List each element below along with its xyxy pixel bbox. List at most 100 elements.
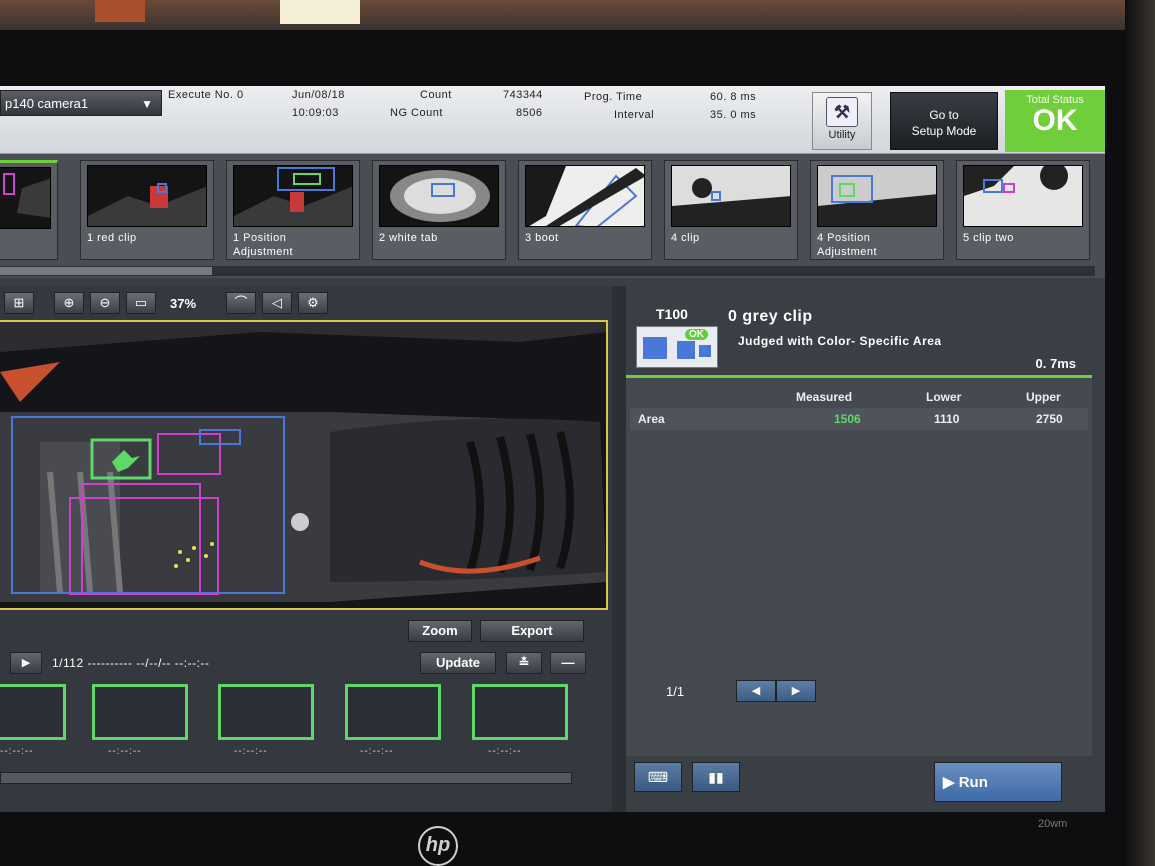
status-header: p140 camera1 ▼ Execute No. 0 Jun/08/18 1… [0, 86, 1105, 154]
history-frame[interactable] [92, 684, 188, 740]
tool-thumbnail[interactable]: 5 clip two [956, 160, 1090, 260]
tool-thumbnail-label: 4 clip [671, 232, 700, 244]
frame-counter: 1/112 ---------- --/--/-- --:--:-- [52, 656, 210, 670]
column-header: Lower [926, 390, 962, 404]
interval-value: 35. 0 ms [710, 109, 757, 121]
row-name: Area [638, 412, 665, 426]
zoom-in-icon[interactable]: ⊕ [54, 292, 84, 314]
history-frame[interactable] [472, 684, 568, 740]
keyboard-icon[interactable]: ⌨ [634, 762, 682, 792]
camera-select[interactable]: p140 camera1 ▼ [0, 90, 162, 116]
ceiling-light [280, 0, 360, 24]
next-page-icon[interactable]: ▶ [776, 680, 816, 702]
total-status-indicator: Total Status OK [1005, 90, 1105, 152]
tool-thumbnail[interactable]: 2 white tab [372, 160, 506, 260]
background-shelf [1125, 0, 1155, 866]
history-frame-label: --:--:-- [360, 746, 394, 757]
zoom-out-icon[interactable]: ⊖ [90, 292, 120, 314]
tool-thumbnail-label: 4 Position Adjustment [817, 232, 878, 258]
back-icon[interactable]: ◁ [262, 292, 292, 314]
tool-thumbnail-label: 1 Position Adjustment [233, 232, 294, 258]
play-icon[interactable]: ▶ [10, 652, 42, 674]
run-label: Run [958, 774, 988, 791]
background-object [95, 0, 145, 22]
thumbnail-image [379, 165, 499, 227]
run-icon: ▶ [943, 774, 959, 791]
scrollbar-thumb[interactable] [0, 267, 212, 275]
history-frame-label: --:--:-- [488, 746, 522, 757]
thumbnail-image [671, 165, 791, 227]
inspection-tool-strip: onent 1 red clip 1 PositionAdjustment 2 … [0, 154, 1105, 278]
setup-mode-line2: Setup Mode [911, 124, 977, 138]
utility-button[interactable]: ⚒ Utility [812, 92, 872, 150]
history-frame[interactable] [218, 684, 314, 740]
history-frame[interactable] [0, 684, 66, 740]
tool-thumbnail[interactable]: 3 boot [518, 160, 652, 260]
measurement-table: Measured Lower Upper Area 1506 1110 2750 [630, 386, 1088, 430]
thumbnail-image [87, 165, 207, 227]
result-header: T100 OK 0 grey clip Judged with Color- S… [626, 292, 1092, 378]
tool-thumbnail[interactable]: 1 red clip [80, 160, 214, 260]
fit-to-screen-icon[interactable]: ▭ [126, 292, 156, 314]
thumbnail-scrollbar[interactable] [0, 266, 1095, 276]
history-frame-label: --:--:-- [108, 746, 142, 757]
ng-count-value: 8506 [516, 107, 543, 119]
setup-mode-button[interactable]: Go to Setup Mode [890, 92, 998, 150]
tool-thumbnail-label: 2 white tab [379, 232, 438, 244]
column-header: Measured [796, 390, 853, 404]
prog-time-value: 60. 8 ms [710, 91, 757, 103]
tool-name: 0 grey clip [728, 308, 813, 325]
hp-logo: hp [418, 826, 458, 866]
zoom-button[interactable]: Zoom [408, 620, 472, 642]
thumbnail-image [0, 167, 51, 229]
run-button[interactable]: ▶ Run [934, 762, 1062, 802]
statistics-icon[interactable]: ▮▮ [692, 762, 740, 792]
frame-navigation: ▶ 1/112 ---------- --/--/-- --:--:-- Upd… [0, 650, 600, 676]
history-frames: --:--:-- --:--:-- --:--:-- --:--:-- --:-… [0, 680, 590, 772]
camera-image-viewer[interactable] [0, 320, 608, 610]
count-value: 743344 [503, 89, 543, 101]
execute-number: Execute No. 0 [168, 89, 244, 101]
prev-page-icon[interactable]: ◀ [736, 680, 776, 702]
chevron-down-icon: ▼ [141, 97, 153, 111]
color-area-tool-icon: OK [636, 326, 718, 368]
table-row[interactable]: Area 1506 1110 2750 [630, 408, 1088, 430]
thumbnail-image [817, 165, 937, 227]
vision-sensor-screen: p140 camera1 ▼ Execute No. 0 Jun/08/18 1… [0, 86, 1105, 812]
date-value: Jun/08/18 [292, 89, 345, 101]
history-frame[interactable] [345, 684, 441, 740]
update-button[interactable]: Update [420, 652, 496, 674]
total-status-value: OK [1032, 104, 1078, 137]
camera-image [0, 322, 606, 608]
lower-limit: 1110 [934, 412, 960, 426]
waveform-icon[interactable]: ⌒ [226, 292, 256, 314]
thumbnail-image [525, 165, 645, 227]
interval-label: Interval [614, 109, 655, 121]
settings-icon[interactable]: ⚙ [298, 292, 328, 314]
image-toolbar: ⊞ ⊕ ⊖ ▭ 37% ⌒ ◁ ⚙ [0, 290, 612, 318]
tool-thumbnail[interactable]: onent [0, 160, 58, 260]
upper-limit: 2750 [1036, 412, 1063, 426]
tool-thumbnail[interactable]: 4 Position Adjustment [810, 160, 944, 260]
layout-icon[interactable]: ⊞ [4, 292, 34, 314]
tool-thumbnail-label: 5 clip two [963, 232, 1014, 244]
thumbnail-image [963, 165, 1083, 227]
pane-splitter[interactable] [612, 286, 626, 812]
export-label: Export [511, 623, 553, 638]
history-frame-label: --:--:-- [234, 746, 268, 757]
count-label: Count [420, 89, 452, 101]
collapse-icon[interactable]: ≛ [506, 652, 542, 674]
page-indicator: 1/1 [666, 684, 685, 699]
time-value: 10:09:03 [292, 107, 339, 119]
thumbnail-image [233, 165, 353, 227]
minimize-icon[interactable]: — [550, 652, 586, 674]
history-scrollbar[interactable] [0, 772, 572, 784]
tool-thumbnail[interactable]: 1 Position Adjustment [226, 160, 360, 260]
export-button[interactable]: Export [480, 620, 584, 642]
zoom-level: 37% [170, 296, 197, 311]
ng-count-label: NG Count [390, 107, 443, 119]
monitor-model: 20wm [1038, 818, 1068, 830]
column-header: Upper [1026, 390, 1061, 404]
tool-thumbnail[interactable]: 4 clip [664, 160, 798, 260]
processing-time: 0. 7ms [1035, 356, 1076, 371]
